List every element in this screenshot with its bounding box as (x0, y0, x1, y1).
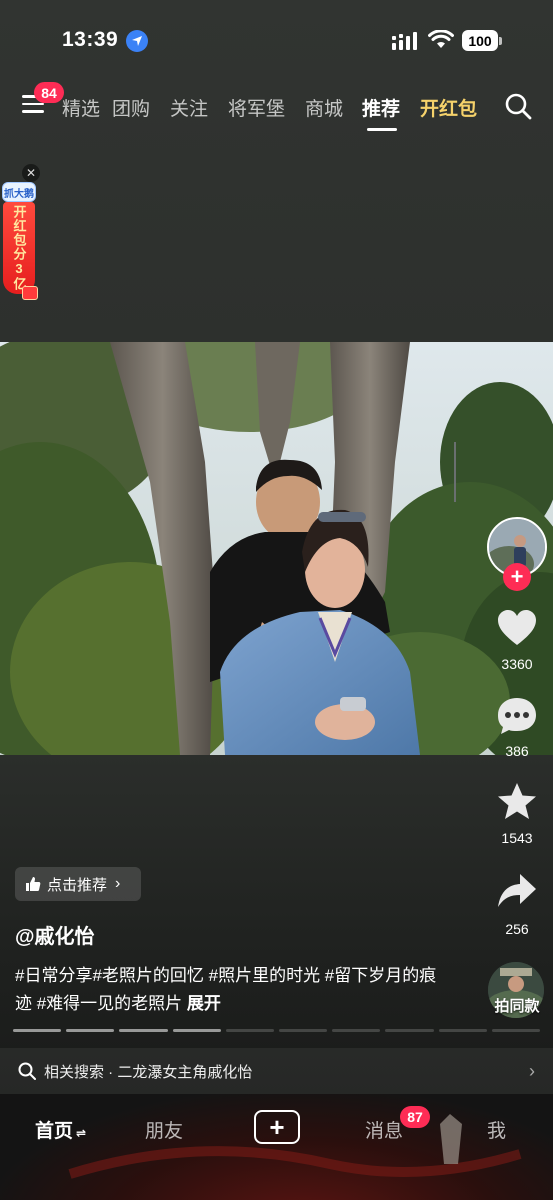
red-packet-promo[interactable]: 抓大鹅 开红包分3亿 (0, 182, 38, 302)
tab-guanzhu[interactable]: 关注 (170, 94, 208, 121)
same-style-label[interactable]: 拍同款 (488, 995, 546, 1016)
tab-friends[interactable]: 朋友 (145, 1116, 183, 1143)
tab-tuijian[interactable]: 推荐 (362, 94, 400, 121)
status-time: 13:39 (62, 28, 119, 51)
tab-me[interactable]: 我 (487, 1116, 506, 1143)
progress-segments (13, 1029, 541, 1032)
share-count: 256 (505, 921, 529, 937)
tab-tuangou[interactable]: 团购 (112, 94, 150, 121)
share-arrow-icon[interactable] (496, 872, 538, 912)
thumbs-up-icon (26, 877, 41, 891)
follow-plus-icon[interactable]: + (503, 563, 531, 591)
related-search-text: 相关搜索 · 二龙瀑女主角戚化怡 (44, 1063, 253, 1081)
battery-tip (499, 37, 502, 45)
tab-shangcheng[interactable]: 商城 (305, 94, 343, 121)
expand-link[interactable]: 展开 (187, 994, 221, 1013)
tab-kaihongbao[interactable]: 开红包 (420, 94, 477, 121)
caption-text: #日常分享#老照片的回忆 #照片里的时光 #留下岁月的痕迹 #难得一见的老照片 (15, 966, 437, 1013)
create-plus-button[interactable]: + (254, 1110, 300, 1144)
menu-badge: 84 (34, 82, 64, 103)
search-icon[interactable] (504, 92, 532, 120)
comment-bubble-icon[interactable] (496, 696, 538, 736)
recommend-button[interactable]: 点击推荐 › (15, 867, 141, 901)
tab-jiangjunbao[interactable]: 将军堡 (228, 94, 285, 121)
tab-jingxuan[interactable]: 精选 (62, 94, 100, 121)
comment-count: 386 (505, 743, 529, 759)
chevron-right-icon: › (115, 875, 121, 892)
post-caption: #日常分享#老照片的回忆 #照片里的时光 #留下岁月的痕迹 #难得一见的老照片 … (15, 962, 445, 1018)
favorite-count: 1543 (501, 830, 533, 846)
author-name[interactable]: @戚化怡 (15, 920, 95, 949)
favorite-star-icon[interactable] (496, 782, 538, 822)
tab-messages[interactable]: 消息 (365, 1116, 403, 1143)
wifi-icon (428, 30, 454, 48)
promo-top-label: 抓大鹅 (2, 182, 36, 202)
location-arrow-icon (126, 30, 148, 52)
red-envelope-icon (22, 286, 38, 300)
messages-badge: 87 (400, 1106, 430, 1128)
promo-body-text: 开红包分3亿 (3, 202, 35, 294)
promo-close-icon[interactable]: ✕ (22, 164, 40, 182)
video-photo[interactable] (0, 342, 553, 755)
chevron-right-icon: › (529, 1060, 535, 1081)
like-count: 3360 (501, 656, 533, 672)
battery-indicator: 100 (462, 30, 498, 51)
active-tab-indicator (367, 128, 397, 131)
cellular-signal-icon (392, 32, 417, 50)
like-heart-icon[interactable] (496, 608, 538, 648)
recommend-label: 点击推荐 (47, 876, 108, 894)
tab-home[interactable]: 首页 ⇌ (35, 1116, 86, 1143)
search-icon (18, 1062, 36, 1080)
related-search-bar[interactable]: 相关搜索 · 二龙瀑女主角戚化怡 › (0, 1048, 553, 1094)
